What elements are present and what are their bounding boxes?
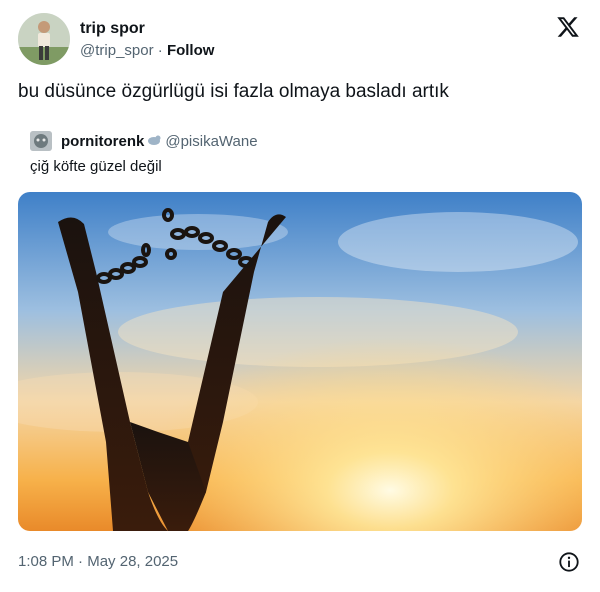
- tweet-timestamp[interactable]: 1:08 PM · May 28, 2025: [18, 553, 178, 570]
- seal-emoji-icon: [147, 134, 161, 149]
- author-info: trip spor @trip_spor · Follow: [80, 19, 214, 61]
- handle-separator: ·: [157, 42, 163, 59]
- quoted-tweet-image[interactable]: [18, 192, 582, 531]
- avatar-photo: [18, 13, 70, 65]
- tweet-footer: 1:08 PM · May 28, 2025: [18, 551, 582, 573]
- quoted-author-display-name[interactable]: pornitorenk: [61, 133, 144, 150]
- tweet-text: bu düsünce özgürlügü isi fazla olmaya ba…: [18, 81, 449, 102]
- broken-chains-freedom-photo: [18, 192, 582, 531]
- timestamp-separator: ·: [78, 553, 84, 570]
- quoted-avatar-photo: [30, 131, 52, 151]
- author-display-name[interactable]: trip spor: [80, 19, 214, 39]
- quoted-tweet-header: pornitorenk @pisikaWane: [30, 131, 580, 151]
- info-icon[interactable]: [558, 551, 580, 573]
- quoted-tweet-text: çiğ köfte güzel değil: [30, 158, 162, 175]
- x-logo-icon[interactable]: [556, 15, 580, 39]
- author-avatar[interactable]: [18, 13, 70, 65]
- tweet-header: trip spor @trip_spor · Follow: [18, 13, 582, 65]
- quoted-tweet[interactable]: pornitorenk @pisikaWane çiğ köfte güzel …: [30, 131, 580, 177]
- author-handle[interactable]: @trip_spor: [80, 42, 154, 59]
- timestamp-date: May 28, 2025: [87, 553, 179, 570]
- quoted-author-avatar[interactable]: [30, 131, 52, 151]
- author-handle-line: @trip_spor · Follow: [80, 41, 214, 61]
- timestamp-time: 1:08 PM: [18, 553, 74, 570]
- quoted-author-handle[interactable]: @pisikaWane: [165, 133, 257, 150]
- follow-button[interactable]: Follow: [167, 42, 215, 59]
